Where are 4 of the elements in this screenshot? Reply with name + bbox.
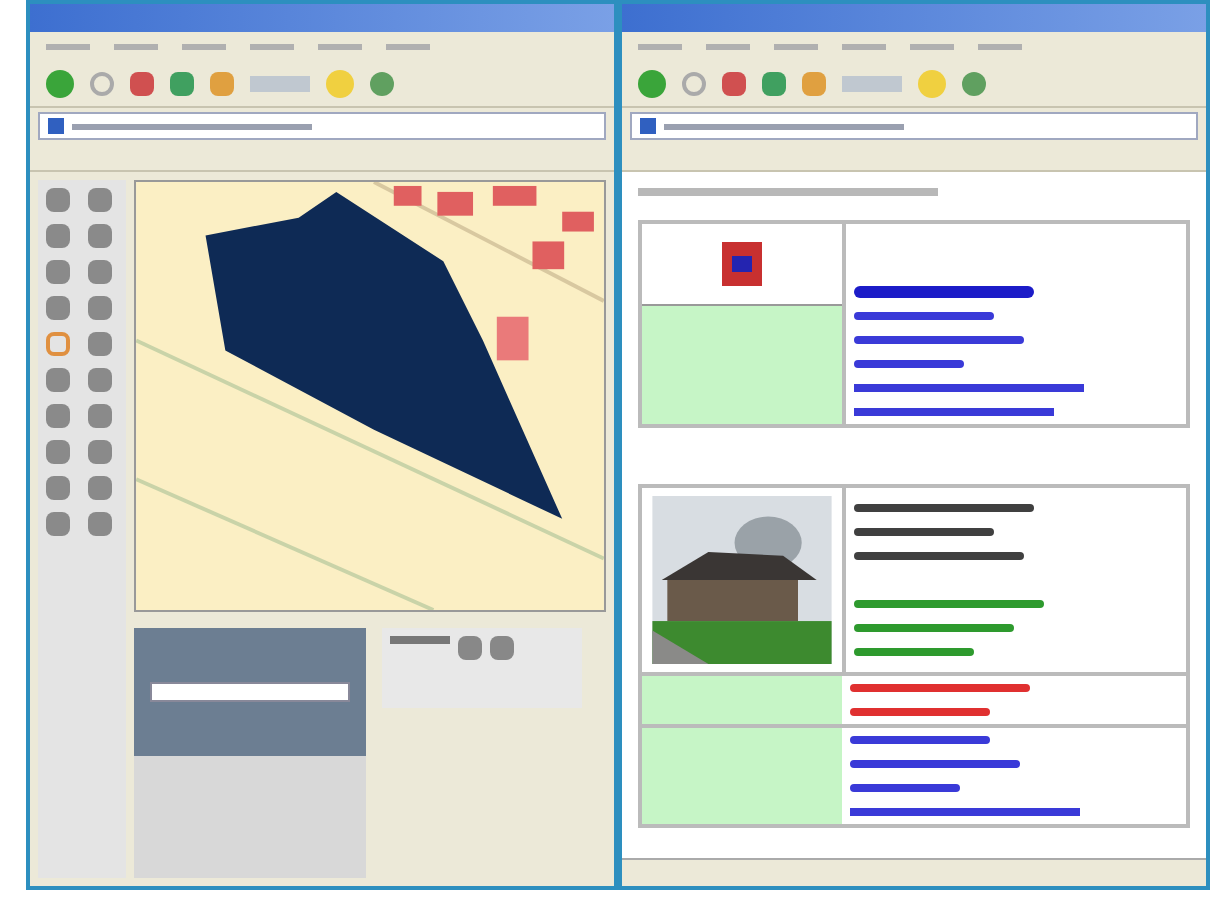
dropdown[interactable] [150, 682, 350, 702]
address-field[interactable] [38, 112, 606, 140]
logo-icon [722, 242, 762, 286]
address-field[interactable] [630, 112, 1198, 140]
